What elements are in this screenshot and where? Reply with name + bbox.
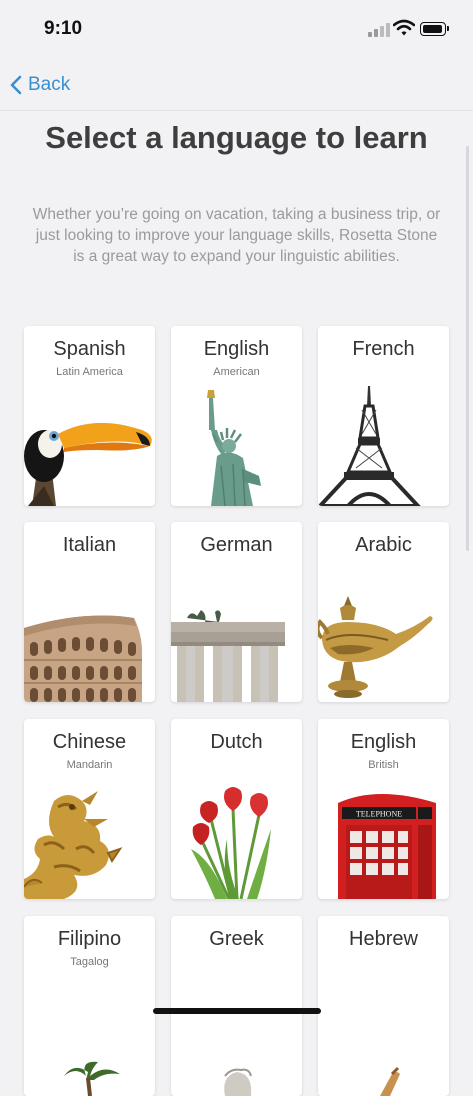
tulips-icon [191, 787, 271, 899]
language-card-arabic[interactable]: Arabic [318, 522, 449, 702]
language-card-hebrew[interactable]: Hebrew [318, 916, 449, 1096]
chevron-left-icon [10, 75, 22, 95]
colosseum-icon [24, 615, 142, 702]
language-card-italian[interactable]: Italian [24, 522, 155, 702]
language-card-dutch[interactable]: Dutch [171, 719, 302, 899]
language-name: German [200, 534, 273, 556]
language-variant: British [368, 759, 399, 771]
language-variant: Tagalog [70, 956, 109, 968]
phone-box-icon: TELEPHONE [338, 794, 436, 899]
eiffel-tower-icon [318, 386, 421, 506]
language-variant: Latin America [56, 366, 123, 378]
status-bar: 9:10 [0, 0, 473, 60]
back-label: Back [28, 74, 71, 95]
page-title: Select a language to learn [45, 120, 428, 155]
language-variant: Mandarin [66, 759, 113, 771]
language-card-spanish[interactable]: Spanish Latin America [24, 326, 155, 506]
back-button[interactable]: Back [8, 72, 70, 98]
battery-icon [420, 22, 449, 36]
cellular-signal-icon [368, 22, 390, 37]
page-subtitle: Whether you’re going on vacation, taking… [32, 206, 441, 265]
language-card-filipino[interactable]: Filipino Tagalog [24, 916, 155, 1096]
statue-of-liberty-icon [207, 390, 261, 506]
wifi-icon [393, 19, 415, 36]
status-time: 9:10 [44, 18, 83, 39]
language-name: French [352, 338, 415, 360]
language-variant: American [213, 366, 260, 378]
language-card-greek[interactable]: Greek [171, 916, 302, 1096]
language-name: Spanish [53, 338, 126, 360]
language-card-english-american[interactable]: English American [171, 326, 302, 506]
scroll-icon [380, 1066, 400, 1096]
language-name: English [203, 338, 270, 360]
phone-box-sign: TELEPHONE [356, 810, 402, 819]
greek-bust-icon [224, 1068, 252, 1096]
navigation-bar: Back [0, 60, 473, 111]
language-name: Greek [209, 928, 264, 950]
language-name: Chinese [52, 731, 127, 753]
dragon-icon [24, 791, 123, 899]
language-name: English [350, 731, 417, 753]
oil-lamp-icon [318, 596, 433, 698]
home-indicator[interactable] [153, 1008, 321, 1014]
language-card-french[interactable]: French [318, 326, 449, 506]
language-name: Filipino [57, 928, 122, 950]
language-card-chinese[interactable]: Chinese Mandarin [24, 719, 155, 899]
palm-tree-icon [64, 1061, 120, 1096]
brandenburg-gate-icon [171, 610, 285, 702]
language-card-english-british[interactable]: English British TELEPHONE [318, 719, 449, 899]
language-name: Hebrew [349, 928, 418, 950]
scrollbar[interactable] [466, 146, 469, 551]
toucan-icon [24, 422, 152, 506]
language-name: Dutch [210, 731, 263, 753]
language-name: Italian [62, 534, 117, 556]
language-card-german[interactable]: German [171, 522, 302, 702]
language-name: Arabic [355, 534, 412, 556]
